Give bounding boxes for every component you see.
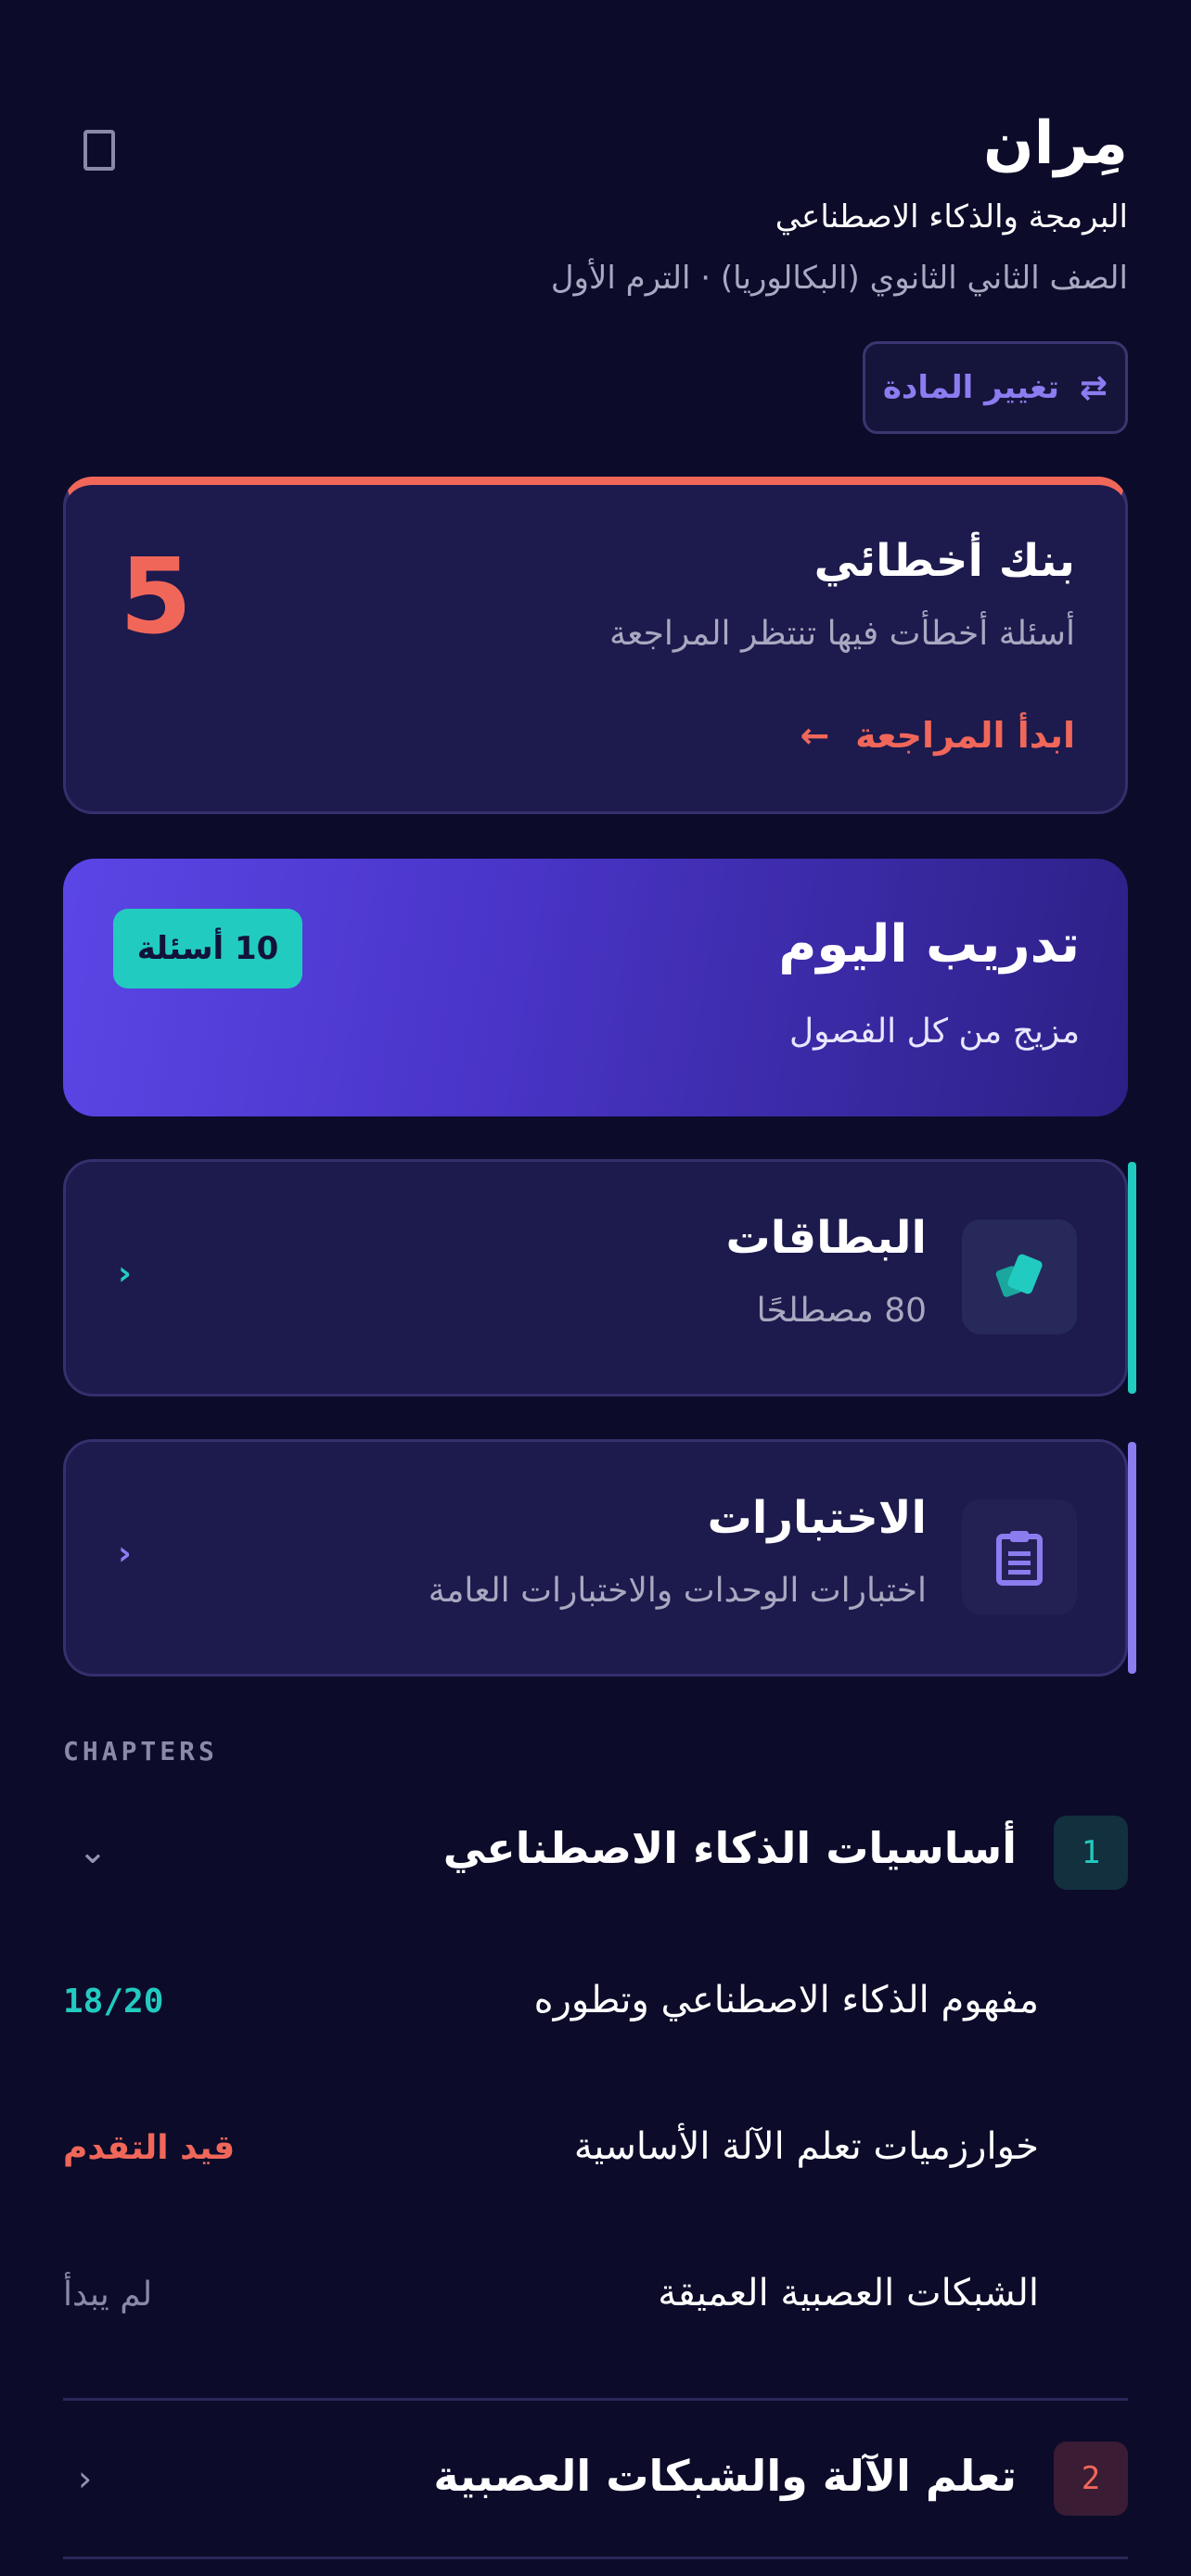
chapter-2-header[interactable]: 2 تعلم الآلة والشبكات العصبية › (63, 2398, 1128, 2559)
lesson-item[interactable]: خوارزميات تعلم الآلة الأساسية قيد التقدم (63, 2114, 1128, 2188)
settings-icon[interactable] (83, 130, 115, 171)
lesson-item[interactable]: الشبكات العصبية العميقة لم يبدأ (63, 2261, 1128, 2335)
chapter-number: 1 (1054, 1816, 1128, 1890)
subject-name: البرمجة والذكاء الاصطناعي (775, 198, 1128, 236)
lesson-status: لم يبدأ (63, 2276, 153, 2314)
flashcards-accent-bar (1128, 1162, 1136, 1394)
start-review-link[interactable]: ابدأ المراجعة ← (800, 715, 1075, 756)
chevron-right-icon: › (118, 1255, 132, 1293)
lesson-status: قيد التقدم (63, 2129, 236, 2167)
chevron-right-icon: › (118, 1535, 132, 1573)
mistakes-count: 5 (120, 537, 192, 657)
mistakes-bank-title: بنك أخطائي (813, 535, 1075, 587)
tests-title: الاختبارات (707, 1492, 927, 1544)
mistakes-bank-description: أسئلة أخطأت فيها تنتظر المراجعة (608, 615, 1075, 653)
question-count-badge: 10 أسئلة (113, 909, 302, 988)
cards-icon (962, 1219, 1077, 1334)
lesson-title: خوارزميات تعلم الآلة الأساسية (573, 2125, 1039, 2168)
chapter-number: 2 (1054, 2442, 1128, 2516)
flashcards-card[interactable]: البطاقات 80 مصطلحًا › (63, 1159, 1136, 1396)
mistakes-bank-card[interactable]: بنك أخطائي أسئلة أخطأت فيها تنتظر المراج… (63, 477, 1128, 814)
chevron-right-icon: › (78, 2458, 93, 2499)
tests-description: اختبارات الوحدات والاختبارات العامة (428, 1572, 927, 1610)
start-review-label: ابدأ المراجعة (855, 715, 1075, 756)
chapters-section-label: CHAPTERS (63, 1736, 218, 1766)
daily-training-description: مزيج من كل الفصول (789, 1013, 1080, 1051)
home-screen: مِران البرمجة والذكاء الاصطناعي الصف الث… (0, 0, 1191, 2576)
tests-accent-bar (1128, 1442, 1136, 1674)
tests-card[interactable]: الاختبارات اختبارات الوحدات والاختبارات … (63, 1439, 1136, 1677)
swap-icon: ⇄ (1080, 368, 1108, 407)
change-subject-button[interactable]: ⇄ تغيير المادة (863, 341, 1128, 434)
daily-training-card[interactable]: تدريب اليوم مزيج من كل الفصول 10 أسئلة (63, 859, 1128, 1116)
app-title: مِران (983, 109, 1128, 178)
arrow-left-icon: ← (800, 715, 830, 756)
daily-training-title: تدريب اليوم (778, 914, 1080, 975)
chapter-title: تعلم الآلة والشبكات العصبية (433, 2451, 1017, 2501)
grade-info: الصف الثاني الثانوي (البكالوريا) · الترم… (550, 260, 1128, 297)
lesson-title: الشبكات العصبية العميقة (658, 2272, 1039, 2315)
lesson-score: 18/20 (63, 1983, 164, 2021)
chapter-1-header[interactable]: 1 أساسيات الذكاء الاصطناعي ⌄ (63, 1797, 1128, 1908)
flashcards-title: البطاقات (725, 1212, 927, 1264)
chevron-down-icon: ⌄ (78, 1830, 108, 1871)
chapter-title: أساسيات الذكاء الاصطناعي (442, 1823, 1017, 1873)
change-subject-label: تغيير المادة (882, 369, 1060, 406)
clipboard-icon (962, 1499, 1077, 1614)
lesson-title: مفهوم الذكاء الاصطناعي وتطوره (533, 1979, 1039, 2021)
flashcards-description: 80 مصطلحًا (756, 1292, 927, 1330)
lesson-item[interactable]: مفهوم الذكاء الاصطناعي وتطوره 18/20 (63, 1968, 1128, 2042)
